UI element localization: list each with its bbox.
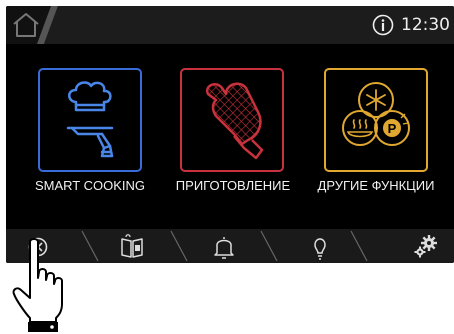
svg-text:P: P	[388, 121, 397, 136]
other-functions-icon: P	[342, 82, 410, 146]
bell-icon	[214, 237, 234, 259]
recipe-book-button[interactable]	[116, 231, 148, 261]
other-functions-tile[interactable]: P	[324, 68, 428, 172]
top-bar: 12:30	[6, 6, 454, 44]
oven-display: 12:30 SMART COOKING ПРИГОТОВЛЕНИЕ P ДРУГ…	[6, 6, 454, 263]
clock-time: 12:30	[401, 15, 450, 35]
home-button[interactable]	[6, 6, 54, 44]
settings-button[interactable]	[410, 231, 442, 261]
home-icon	[13, 13, 39, 37]
oven-light-button[interactable]	[304, 231, 336, 261]
other-functions-label: ДРУГИЕ ФУНКЦИИ	[317, 178, 435, 193]
timer-bell-button[interactable]	[208, 231, 240, 261]
recipe-book-icon	[121, 234, 143, 258]
chef-serving-icon	[66, 81, 114, 158]
light-bulb-icon	[314, 238, 326, 260]
smart-cooking-tile[interactable]	[38, 68, 142, 172]
smart-cooking-label: SMART COOKING	[34, 178, 146, 193]
cooking-label: ПРИГОТОВЛЕНИЕ	[175, 178, 291, 193]
settings-icon	[414, 235, 437, 258]
info-icon[interactable]	[372, 14, 394, 36]
status-area: 12:30	[372, 6, 450, 44]
cooking-tile[interactable]	[180, 68, 284, 172]
oven-mitt-icon	[205, 82, 264, 160]
pointing-hand-icon	[12, 238, 63, 332]
